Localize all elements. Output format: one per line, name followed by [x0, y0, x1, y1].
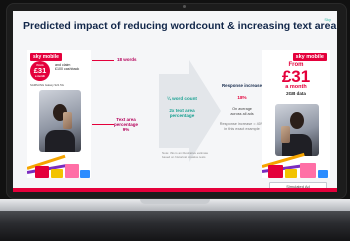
- phone-image: [281, 126, 290, 143]
- example-note: Response increase = 40% in this exact ex…: [219, 122, 265, 131]
- slide-corner-tag: Sky: [324, 17, 331, 22]
- average-label: On average across all ads: [230, 107, 254, 116]
- brand-logo: sky mobile: [30, 53, 62, 61]
- device-name: SAMSUNG Galaxy S21 5G: [30, 83, 64, 87]
- brand-logo: sky mobile: [292, 53, 327, 61]
- response-label: Response increase: [221, 83, 263, 88]
- model-photo: [275, 104, 319, 156]
- word-count-change: ¼ word count: [167, 96, 197, 101]
- laptop: Predicted impact of reducing wordcount &…: [0, 0, 350, 241]
- laptop-notch: [140, 199, 210, 204]
- word-count-callout: 18 words: [117, 57, 137, 62]
- original-ad: sky mobile From £31 a month and claim £1…: [27, 50, 91, 178]
- gift-boxes: [27, 154, 91, 178]
- simulated-ad: sky mobile From £31 a month 2GB data: [262, 50, 330, 178]
- price-roundel: From £31 a month: [30, 61, 50, 81]
- offer-text: and claim £100 cashback: [55, 63, 80, 72]
- price-block: From £31 a month 2GB data: [262, 62, 330, 96]
- footnote: Note: this is an illustrative estimate b…: [162, 151, 209, 159]
- price-text: £31: [281, 67, 311, 86]
- text-area-change: 2x text area percentage: [169, 108, 195, 119]
- slide-title: Predicted impact of reducing wordcount &…: [23, 20, 337, 32]
- price-text: £31: [33, 66, 47, 75]
- text-area-callout: Text area percentage 9%: [114, 117, 139, 133]
- response-value: 18%: [237, 95, 247, 100]
- presentation-slide: Predicted impact of reducing wordcount &…: [13, 11, 337, 192]
- brand-bottom-bar: [13, 188, 337, 192]
- phone-image: [63, 112, 72, 129]
- webcam-icon: [183, 5, 186, 8]
- model-photo: [39, 90, 81, 152]
- laptop-base: [0, 211, 350, 241]
- gift-boxes: [262, 152, 330, 178]
